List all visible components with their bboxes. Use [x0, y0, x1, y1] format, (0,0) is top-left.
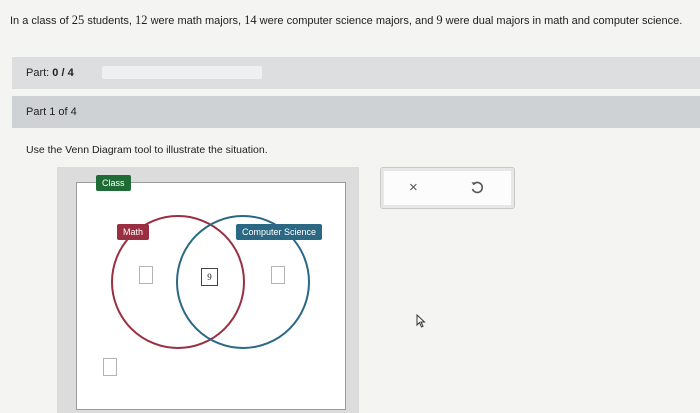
intersection-input[interactable]: 9 — [201, 268, 218, 286]
set-a-label[interactable]: Math — [117, 224, 150, 240]
undo-icon[interactable] — [469, 179, 485, 200]
cs-only-input[interactable] — [271, 266, 285, 284]
tool-panel: × — [380, 167, 515, 209]
cursor-icon — [416, 314, 426, 328]
math-only-input[interactable] — [139, 266, 153, 284]
venn-circles — [111, 215, 310, 349]
close-icon[interactable]: × — [409, 179, 418, 197]
set-b-label[interactable]: Computer Science — [236, 224, 323, 240]
universe-label[interactable]: Class — [96, 175, 131, 191]
outside-input[interactable] — [103, 358, 117, 376]
